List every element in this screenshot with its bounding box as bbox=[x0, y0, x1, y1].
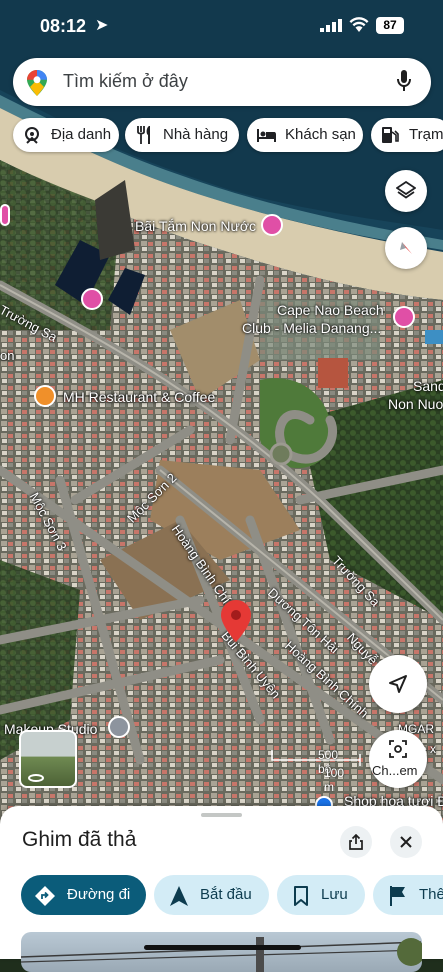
battery-indicator: 87 bbox=[376, 17, 404, 34]
screenshot-button-label: Ch...em bbox=[372, 763, 418, 778]
close-button[interactable] bbox=[390, 826, 422, 858]
google-maps-logo-icon bbox=[27, 70, 47, 96]
street-view-rotate-icon bbox=[28, 774, 44, 782]
bottom-sheet: Ghim đã thả Đường đi Bắt đầu Lưu Thê bbox=[0, 806, 443, 972]
start-button[interactable]: Bắt đầu bbox=[154, 875, 269, 915]
chip-gas-stations[interactable]: Trạm bbox=[371, 118, 443, 152]
landmark-icon bbox=[25, 127, 39, 144]
edge-poi-icon[interactable] bbox=[0, 204, 10, 226]
chip-landmarks[interactable]: Địa danh bbox=[13, 118, 119, 152]
home-indicator bbox=[144, 945, 301, 950]
map-label-cape-nao-2[interactable]: Club - Melia Danang... bbox=[242, 320, 381, 336]
cellular-signal-icon bbox=[320, 19, 342, 32]
location-arrow-icon: ➤ bbox=[95, 17, 109, 34]
layers-button[interactable] bbox=[385, 170, 427, 212]
layers-icon bbox=[396, 181, 416, 199]
scale-meters: 100 m bbox=[324, 766, 345, 794]
save-button[interactable]: Lưu bbox=[277, 875, 365, 915]
screenshot-search-button[interactable]: Ch...em bbox=[369, 730, 427, 788]
hotel-icon bbox=[257, 129, 276, 142]
beach-poi-icon[interactable] bbox=[261, 214, 283, 236]
share-icon bbox=[349, 834, 363, 850]
map-label-sand-2[interactable]: Non Nuo bbox=[388, 396, 443, 412]
sheet-drag-handle[interactable] bbox=[201, 813, 242, 817]
map-label-cape-nao-1[interactable]: Cape Nao Beach bbox=[277, 302, 384, 318]
search-bar[interactable]: Tìm kiếm ở đây bbox=[13, 58, 431, 106]
wifi-icon bbox=[349, 17, 369, 32]
status-time: 08:12 bbox=[40, 16, 87, 36]
search-placeholder: Tìm kiếm ở đây bbox=[63, 71, 188, 91]
directions-icon bbox=[35, 886, 55, 906]
road-label: on bbox=[0, 348, 15, 363]
restaurant-icon bbox=[137, 126, 150, 144]
flag-icon bbox=[390, 886, 405, 906]
start-label: Bắt đầu bbox=[200, 886, 252, 903]
gas-station-icon bbox=[382, 127, 399, 143]
street-view-thumbnail[interactable] bbox=[19, 730, 77, 788]
add-label-label: Thê bbox=[419, 886, 443, 903]
save-label: Lưu bbox=[321, 886, 348, 903]
chip-label: Nhà hàng bbox=[163, 126, 229, 143]
close-icon bbox=[400, 836, 412, 848]
chip-label: Khách sạn bbox=[285, 126, 356, 143]
chip-hotels[interactable]: Khách sạn bbox=[247, 118, 363, 152]
share-button[interactable] bbox=[340, 826, 372, 858]
map-label-mh-restaurant[interactable]: MH Restaurant & Coffee bbox=[63, 389, 215, 405]
studio-poi-icon[interactable] bbox=[108, 716, 130, 738]
dropped-pin-icon[interactable] bbox=[221, 600, 251, 642]
resort-poi-icon[interactable] bbox=[81, 288, 103, 310]
photo-preview bbox=[21, 937, 422, 972]
chip-label: Trạm bbox=[409, 126, 443, 143]
status-bar: 08:12 ➤ 87 bbox=[0, 0, 443, 52]
sheet-title: Ghim đã thả bbox=[22, 828, 137, 851]
compass-button[interactable] bbox=[385, 227, 427, 269]
microphone-icon[interactable] bbox=[397, 70, 411, 92]
scale-bar bbox=[271, 750, 361, 766]
chip-restaurants[interactable]: Nhà hàng bbox=[125, 118, 239, 152]
directions-button[interactable]: Đường đi bbox=[21, 875, 146, 915]
map-label-beach[interactable]: Bãi Tắm Non Nước bbox=[135, 218, 256, 234]
map-label-sand-1[interactable]: Sand bbox=[413, 378, 443, 394]
restaurant-poi-icon[interactable] bbox=[34, 385, 56, 407]
chip-label: Địa danh bbox=[51, 126, 112, 143]
navigation-arrow-icon bbox=[389, 675, 407, 693]
camera-search-icon bbox=[389, 740, 407, 758]
club-poi-icon[interactable] bbox=[393, 306, 415, 328]
add-label-button[interactable]: Thê bbox=[373, 875, 443, 915]
place-photo[interactable] bbox=[21, 932, 422, 972]
compass-icon bbox=[400, 242, 412, 254]
navigation-start-icon bbox=[170, 886, 188, 906]
bookmark-icon bbox=[294, 886, 308, 906]
my-location-button[interactable] bbox=[369, 655, 427, 713]
directions-label: Đường đi bbox=[67, 886, 131, 903]
